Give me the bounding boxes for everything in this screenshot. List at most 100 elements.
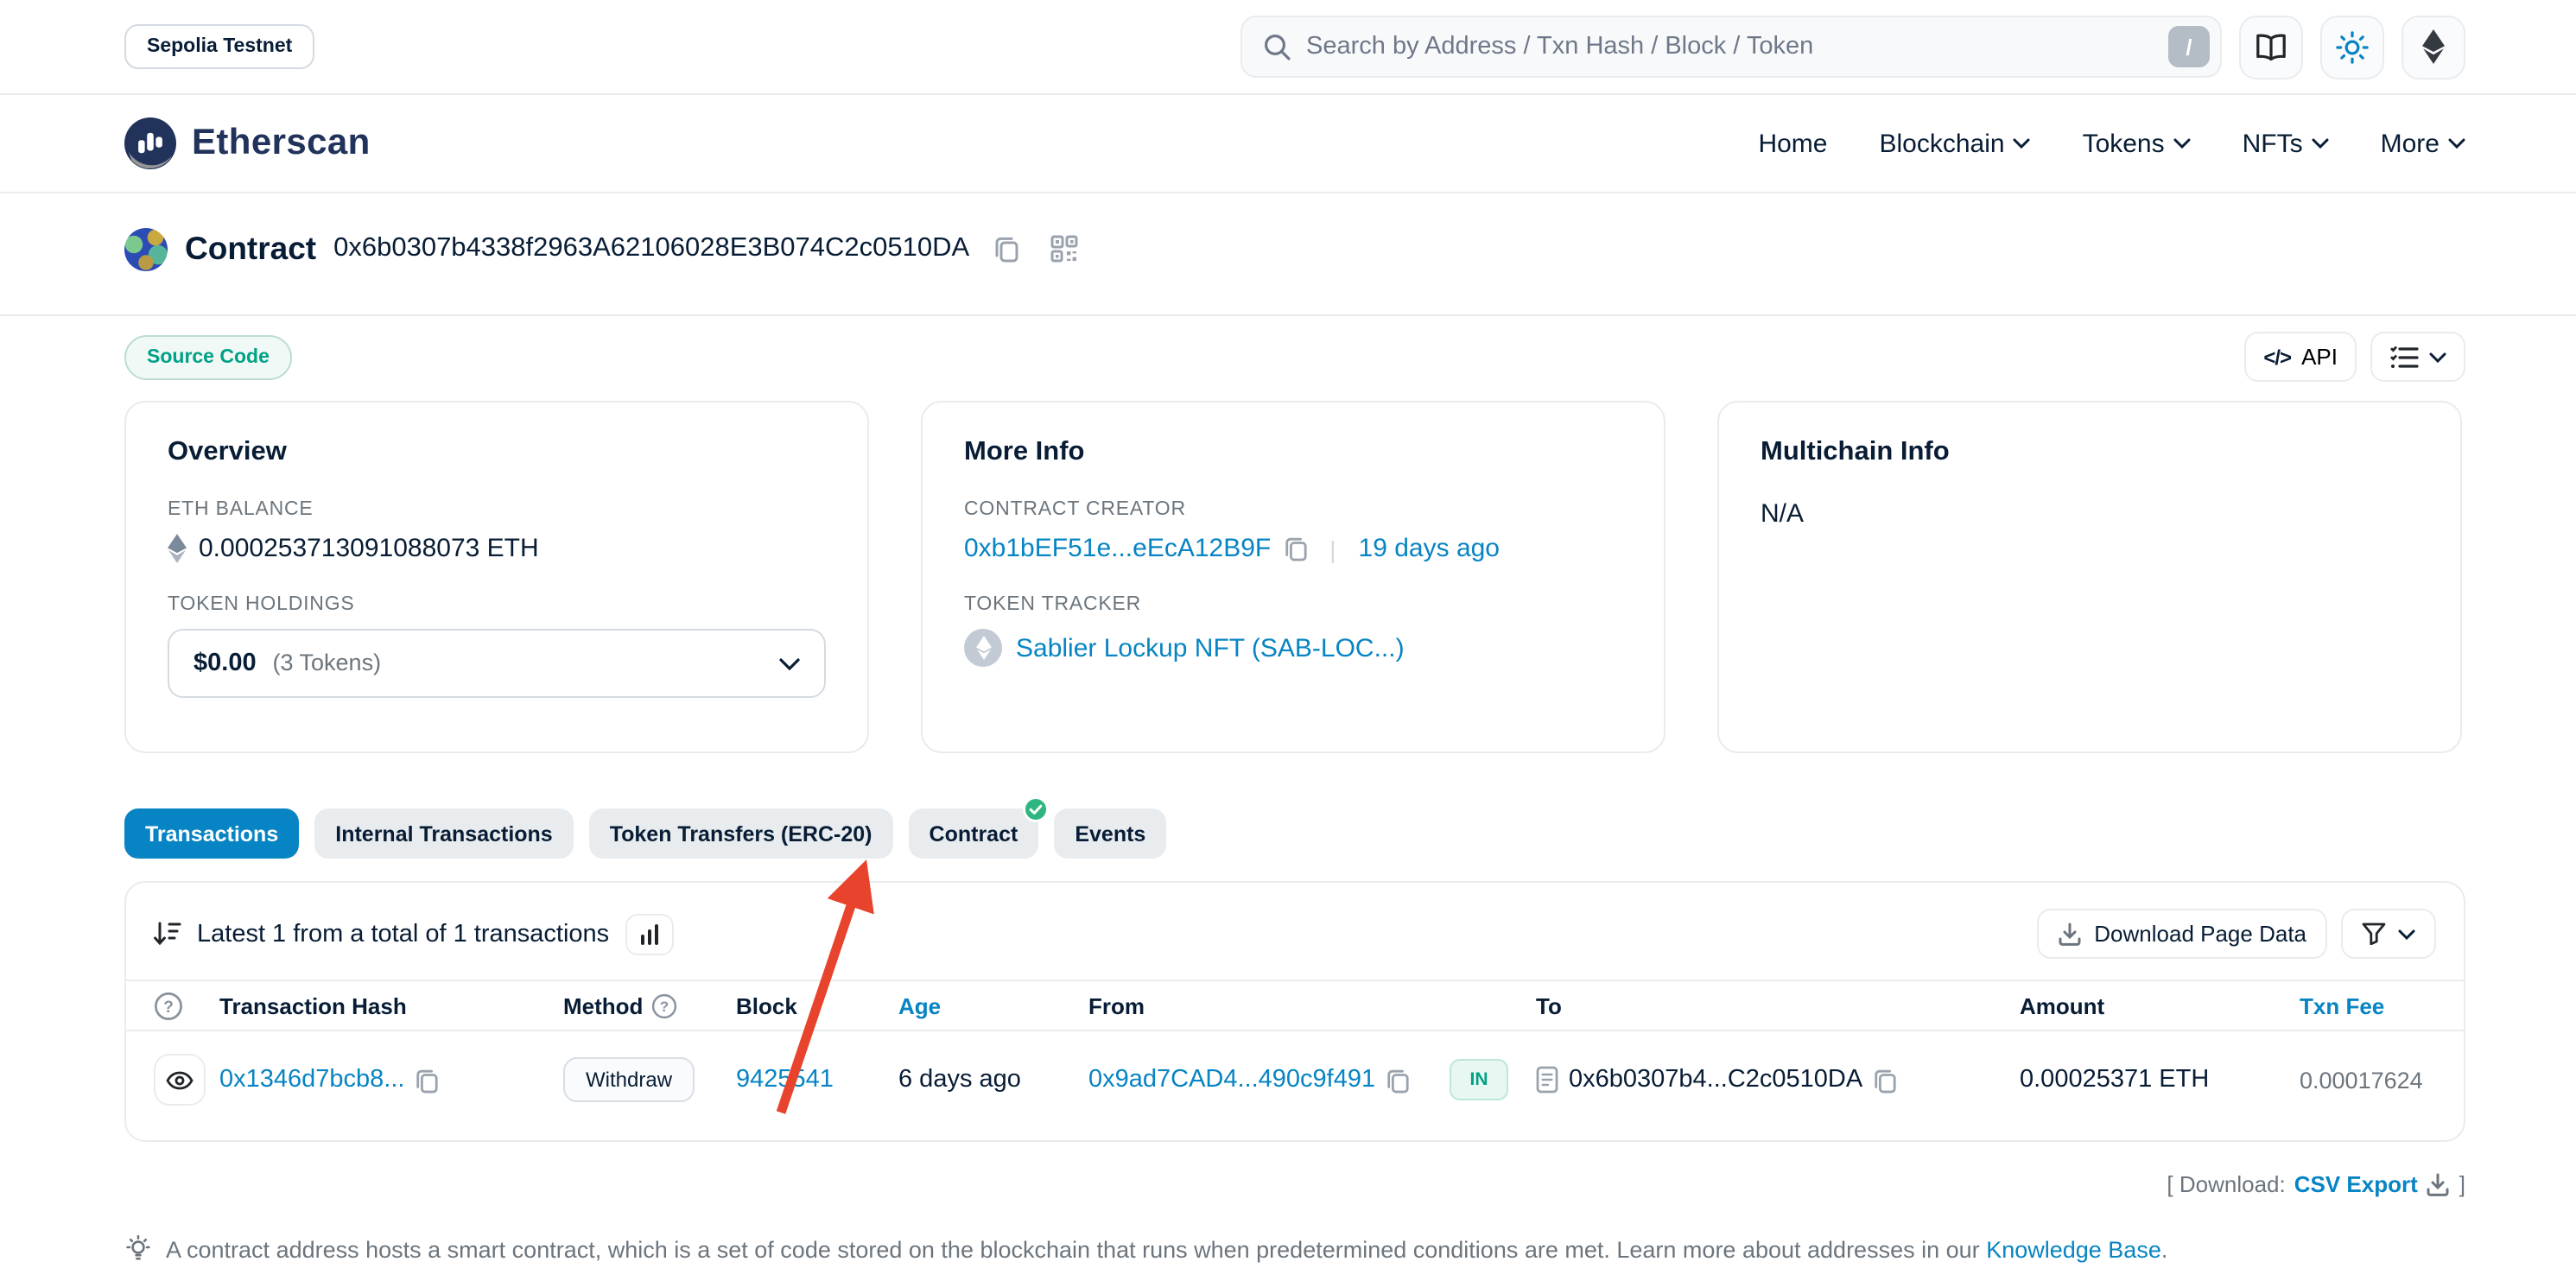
token-logo-icon bbox=[964, 629, 1002, 667]
table-summary-group: Latest 1 from a total of 1 transactions bbox=[154, 913, 673, 954]
contract-creator-label: CONTRACT CREATOR bbox=[964, 499, 1622, 520]
token-tracker-link[interactable]: Sablier Lockup NFT (SAB-LOC...) bbox=[1016, 633, 1405, 663]
nav-item-blockchain[interactable]: Blockchain bbox=[1879, 129, 2030, 158]
copy-address-icon[interactable] bbox=[993, 235, 1019, 263]
creation-time-link[interactable]: 19 days ago bbox=[1359, 534, 1500, 563]
transactions-card: Latest 1 from a total of 1 transactions … bbox=[124, 881, 2465, 1142]
download-suffix: ] bbox=[2459, 1171, 2465, 1197]
col-from: From bbox=[1088, 992, 1450, 1018]
search-input[interactable] bbox=[1306, 33, 2154, 60]
nav-item-tokens[interactable]: Tokens bbox=[2083, 129, 2191, 158]
header-divider bbox=[0, 314, 2576, 316]
footer-description: A contract address hosts a smart contrac… bbox=[166, 1236, 1980, 1262]
download-icon bbox=[2058, 922, 2082, 946]
help-circle-icon[interactable]: ? bbox=[154, 991, 183, 1020]
theme-toggle-button[interactable] bbox=[2320, 15, 2384, 79]
help-circle-icon[interactable]: ? bbox=[651, 992, 677, 1018]
badges-row: Source Code </> API bbox=[124, 332, 2465, 382]
col-method: Method ? bbox=[563, 992, 736, 1018]
docs-button[interactable] bbox=[2239, 15, 2303, 79]
copy-from-icon[interactable] bbox=[1386, 1067, 1410, 1093]
col-txn-fee-toggle[interactable]: Txn Fee bbox=[2300, 992, 2436, 1018]
svg-text:?: ? bbox=[163, 998, 174, 1016]
copy-creator-icon[interactable] bbox=[1283, 536, 1307, 561]
nav-item-label: Blockchain bbox=[1879, 129, 2004, 158]
nav-item-label: More bbox=[2381, 129, 2440, 158]
etherscan-logo[interactable]: Etherscan bbox=[124, 117, 371, 169]
filter-dropdown-button[interactable] bbox=[2341, 909, 2436, 959]
csv-export-link[interactable]: CSV Export bbox=[2294, 1171, 2418, 1197]
network-badge[interactable]: Sepolia Testnet bbox=[124, 24, 314, 69]
checklist-dropdown-button[interactable] bbox=[2370, 332, 2465, 382]
from-address-link[interactable]: 0x9ad7CAD4...490c9f491 bbox=[1088, 1066, 1375, 1094]
api-button[interactable]: </> API bbox=[2244, 332, 2357, 382]
nav-menu: Home Blockchain Tokens NFTs More bbox=[1758, 129, 2465, 158]
token-holdings-count: (3 Tokens) bbox=[273, 650, 382, 675]
chevron-down-icon bbox=[2173, 138, 2191, 149]
block-link[interactable]: 9425541 bbox=[736, 1066, 834, 1094]
etherscan-page: Sepolia Testnet / bbox=[0, 0, 2576, 1268]
chevron-down-icon bbox=[2014, 138, 2031, 149]
contract-header: Contract 0x6b0307b4338f2963A62106028E3B0… bbox=[124, 223, 2465, 275]
overview-card: Overview ETH BALANCE 0.00025371309108807… bbox=[124, 401, 869, 753]
col-method-label: Method bbox=[563, 992, 643, 1018]
tx-hash-link[interactable]: 0x1346d7bcb8... bbox=[219, 1066, 404, 1094]
chevron-down-icon bbox=[2429, 352, 2446, 362]
brand-name: Etherscan bbox=[192, 123, 371, 164]
search-icon bbox=[1263, 32, 1292, 61]
tab-token-transfers[interactable]: Token Transfers (ERC-20) bbox=[589, 808, 893, 859]
tab-transactions[interactable]: Transactions bbox=[124, 808, 299, 859]
amount-cell: 0.00025371 ETH bbox=[2020, 1066, 2300, 1094]
token-tracker-label: TOKEN TRACKER bbox=[964, 594, 1622, 615]
creator-address-link[interactable]: 0xb1bEF51e...eEcA12B9F bbox=[964, 534, 1271, 563]
col-to: To bbox=[1536, 992, 2020, 1018]
col-age-toggle[interactable]: Age bbox=[898, 992, 1088, 1018]
etherscan-logo-icon bbox=[124, 117, 176, 169]
nav-item-more[interactable]: More bbox=[2381, 129, 2465, 158]
lightbulb-icon bbox=[124, 1235, 152, 1263]
token-holdings-dropdown[interactable]: $0.00 (3 Tokens) bbox=[168, 629, 826, 698]
source-code-badge[interactable]: Source Code bbox=[124, 334, 292, 379]
chevron-down-icon bbox=[2448, 138, 2465, 149]
download-page-data-button[interactable]: Download Page Data bbox=[2037, 909, 2327, 959]
eth-diamond-icon bbox=[2422, 29, 2445, 64]
tab-bar: Transactions Internal Transactions Token… bbox=[124, 808, 2465, 859]
contract-identicon bbox=[124, 227, 168, 270]
card-title: Overview bbox=[168, 437, 826, 468]
nav-item-label: Home bbox=[1758, 129, 1827, 158]
more-info-card: More Info CONTRACT CREATOR 0xb1bEF51e...… bbox=[921, 401, 1666, 753]
api-button-label: API bbox=[2301, 344, 2338, 370]
col-transaction-hash: Transaction Hash bbox=[219, 992, 563, 1018]
topbar-right-group: / bbox=[1240, 15, 2465, 79]
contract-file-icon bbox=[1536, 1066, 1558, 1094]
chart-view-button[interactable] bbox=[625, 913, 673, 954]
copy-tx-hash-icon[interactable] bbox=[415, 1067, 439, 1093]
page-title: Contract bbox=[185, 230, 316, 268]
eth-balance-amount: 0.000253713091088073 ETH bbox=[199, 534, 539, 563]
copy-to-icon[interactable] bbox=[1873, 1067, 1897, 1093]
contract-creator-line: 0xb1bEF51e...eEcA12B9F | 19 days ago bbox=[964, 534, 1622, 563]
multichain-value: N/A bbox=[1761, 499, 2419, 529]
contract-address: 0x6b0307b4338f2963A62106028E3B074C2c0510… bbox=[333, 233, 969, 264]
tab-internal-transactions[interactable]: Internal Transactions bbox=[314, 808, 573, 859]
card-title: More Info bbox=[964, 437, 1622, 468]
csv-download-icon[interactable] bbox=[2427, 1172, 2451, 1196]
tab-events[interactable]: Events bbox=[1054, 808, 1166, 859]
search-bar[interactable]: / bbox=[1240, 16, 2222, 78]
nav-item-nfts[interactable]: NFTs bbox=[2243, 129, 2329, 158]
col-block: Block bbox=[736, 992, 898, 1018]
preview-tx-button[interactable] bbox=[154, 1054, 206, 1106]
network-switch-button[interactable] bbox=[2402, 15, 2465, 79]
nav-item-label: NFTs bbox=[2243, 129, 2303, 158]
tab-contract[interactable]: Contract bbox=[909, 808, 1039, 859]
footer-text: A contract address hosts a smart contrac… bbox=[166, 1236, 2167, 1262]
funnel-icon bbox=[2362, 922, 2386, 945]
qr-code-icon[interactable] bbox=[1050, 235, 1078, 263]
nav-item-home[interactable]: Home bbox=[1758, 129, 1827, 158]
knowledge-base-link[interactable]: Knowledge Base bbox=[1986, 1236, 2161, 1262]
footer-period: . bbox=[2161, 1236, 2168, 1262]
eth-balance-value: 0.000253713091088073 ETH bbox=[168, 534, 826, 563]
table-actions: Download Page Data bbox=[2037, 909, 2436, 959]
list-check-icon bbox=[2389, 345, 2419, 369]
download-page-data-label: Download Page Data bbox=[2094, 921, 2306, 947]
